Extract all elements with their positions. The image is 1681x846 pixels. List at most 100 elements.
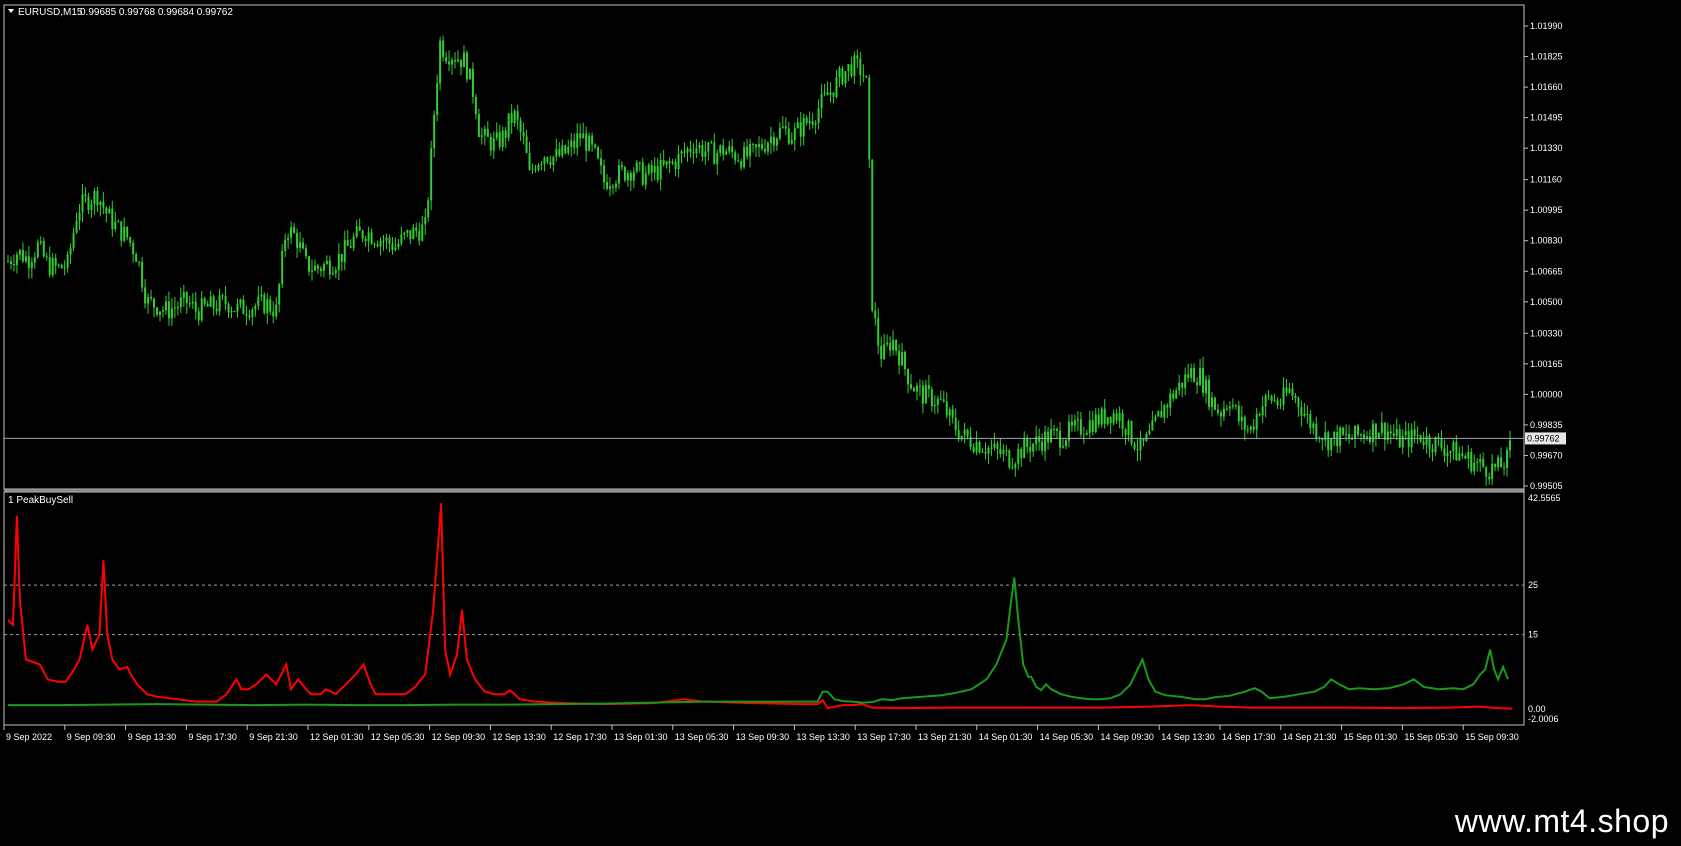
candle	[519, 117, 522, 141]
time-tick-label: 13 Sep 13:30	[796, 732, 850, 742]
candle	[740, 158, 743, 171]
candle	[942, 390, 945, 403]
candle	[1276, 397, 1279, 410]
candle	[451, 57, 454, 75]
candle	[698, 142, 701, 154]
time-tick-label: 12 Sep 01:30	[310, 732, 364, 742]
candle	[382, 235, 385, 251]
candle	[1130, 420, 1133, 446]
candle	[1452, 439, 1455, 460]
candle	[161, 306, 164, 318]
chart-svg[interactable]: 1.01990 1.01825 1.01660 1.01495 1.01330 1.011…	[0, 0, 1681, 800]
candle	[1115, 408, 1118, 425]
candle	[775, 136, 778, 151]
dropdown-triangle-icon[interactable]	[8, 9, 14, 13]
candle	[328, 255, 331, 280]
candle	[948, 407, 951, 426]
candle	[1488, 472, 1491, 485]
candle	[1497, 454, 1500, 472]
candle	[769, 126, 772, 154]
candle	[1079, 411, 1082, 438]
candle	[1383, 421, 1386, 451]
candle	[626, 170, 629, 187]
candle	[105, 206, 108, 223]
candle	[486, 121, 489, 138]
indicator-levels	[4, 584, 1524, 636]
candle	[734, 149, 737, 165]
candle	[1187, 363, 1190, 383]
candle	[662, 149, 665, 167]
candle	[251, 307, 254, 326]
candle	[981, 448, 984, 453]
candle	[215, 300, 218, 315]
candle	[871, 159, 874, 313]
candle	[305, 244, 308, 259]
candle	[632, 167, 635, 188]
candle	[319, 265, 322, 277]
candle	[489, 133, 492, 157]
candle	[245, 305, 248, 326]
candle	[1234, 403, 1237, 410]
candle	[334, 266, 337, 279]
candle	[838, 65, 841, 88]
candle	[1413, 421, 1416, 444]
candle	[21, 242, 24, 264]
candle	[1076, 410, 1079, 432]
time-tick-label: 14 Sep 01:30	[979, 732, 1033, 742]
candle	[141, 256, 144, 292]
price-tick-label: 1.01495	[1530, 113, 1563, 123]
candle	[206, 300, 209, 307]
candle	[883, 333, 886, 360]
candle	[1297, 396, 1300, 417]
candle	[1011, 457, 1014, 470]
candle	[93, 187, 96, 215]
chart-window[interactable]: 1.01990 1.01825 1.01660 1.01495 1.01330 1.011…	[0, 0, 1681, 839]
candle	[1073, 414, 1076, 432]
candle	[1467, 445, 1470, 469]
candle	[1485, 466, 1488, 487]
price-tick-label: 1.01160	[1530, 175, 1562, 185]
candle	[1437, 433, 1440, 446]
candle	[1199, 358, 1202, 387]
candle	[1017, 443, 1020, 470]
candle	[1398, 424, 1401, 449]
candle	[412, 224, 415, 240]
price-tick-label: 1.00665	[1530, 266, 1563, 276]
candle	[847, 63, 850, 81]
candle	[15, 251, 18, 274]
candle	[1166, 403, 1169, 418]
candle	[1249, 425, 1252, 434]
indicator-lines	[7, 503, 1513, 710]
candle	[835, 69, 838, 100]
candle	[173, 296, 176, 319]
candle	[558, 142, 561, 158]
candle	[39, 236, 42, 246]
candle	[358, 218, 361, 231]
candle	[391, 236, 394, 255]
candle	[1371, 419, 1374, 453]
candle	[790, 132, 793, 145]
candle	[1255, 407, 1258, 439]
time-tick-label: 12 Sep 13:30	[492, 732, 546, 742]
candle	[796, 117, 799, 129]
candle	[313, 259, 316, 272]
candle	[1270, 394, 1273, 405]
candle	[1109, 416, 1112, 435]
watermark-text: www.mt4.shop	[1454, 803, 1669, 839]
candle	[829, 82, 832, 103]
candle	[45, 252, 48, 261]
candle	[1360, 432, 1363, 442]
candle	[608, 177, 611, 197]
candle	[1509, 430, 1512, 459]
time-axis: 9 Sep 2022 9 Sep 09:30 9 Sep 13:30 9 Sep 17…	[3, 725, 1519, 742]
candle	[921, 380, 924, 414]
candle	[1321, 437, 1324, 451]
candle	[617, 159, 620, 190]
candle	[1231, 398, 1234, 410]
candle	[1464, 453, 1467, 460]
candle	[218, 288, 221, 316]
candle	[844, 71, 847, 88]
candle	[331, 266, 334, 276]
candle	[629, 170, 632, 192]
candle	[57, 263, 60, 268]
